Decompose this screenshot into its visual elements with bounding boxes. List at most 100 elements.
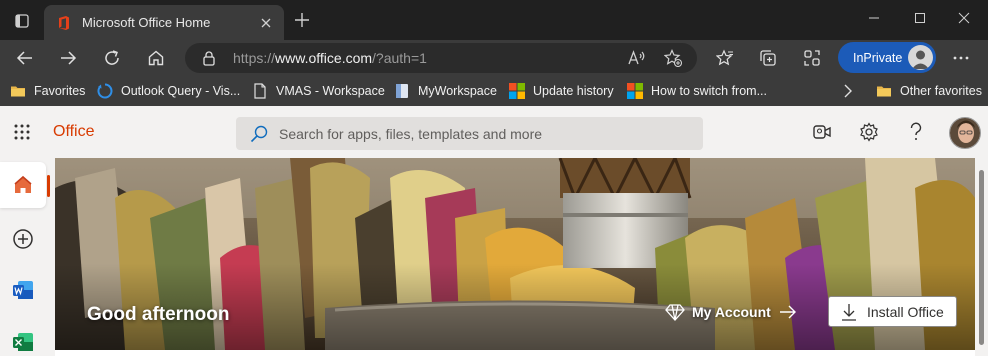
plus-icon — [295, 13, 309, 27]
favorites-label: Favorites — [34, 84, 86, 98]
hero-banner: Good afternoon My Account Install Office — [55, 158, 975, 350]
app-launcher-button[interactable] — [8, 118, 36, 146]
add-favorite-icon[interactable] — [664, 49, 682, 67]
tab-office-home[interactable]: Microsoft Office Home — [44, 5, 284, 40]
word-icon — [13, 281, 33, 299]
url-host: www.office.com — [275, 50, 373, 66]
tab-strip: Microsoft Office Home — [0, 0, 988, 40]
teams-meeting-button[interactable] — [810, 120, 834, 144]
favorites-label: MyWorkspace — [418, 84, 497, 98]
video-call-icon — [813, 125, 831, 139]
read-aloud-icon[interactable] — [628, 50, 646, 66]
office-favicon-icon — [59, 15, 69, 30]
nav-home[interactable] — [0, 162, 46, 208]
favorites-button[interactable] — [710, 43, 740, 73]
content-area — [55, 350, 975, 356]
nav-word[interactable] — [0, 267, 46, 313]
settings-button[interactable] — [857, 120, 881, 144]
minimize-button[interactable] — [854, 4, 894, 32]
install-office-label: Install Office — [867, 303, 944, 320]
microsoft-logo-icon — [509, 83, 525, 99]
minimize-icon — [869, 17, 879, 19]
waffle-icon — [14, 124, 30, 140]
folder-icon — [877, 86, 891, 97]
more-horizontal-icon — [953, 56, 969, 60]
maximize-icon — [915, 13, 925, 23]
favorites-overflow-button[interactable] — [843, 81, 853, 101]
home-icon — [14, 175, 32, 193]
profile-avatar-icon — [908, 45, 933, 70]
user-photo-icon — [950, 118, 980, 148]
tab-actions-button[interactable] — [8, 8, 36, 34]
nav-excel[interactable] — [0, 319, 46, 356]
favorites-item-update-history[interactable]: Update history — [509, 81, 614, 101]
favorites-item-vmas[interactable]: VMAS - Workspace — [252, 81, 385, 101]
close-icon — [261, 18, 271, 28]
home-icon — [148, 50, 164, 66]
address-bar[interactable]: https://www.office.com/?auth=1 — [185, 43, 697, 73]
favorites-item-how-to-switch[interactable]: How to switch from... — [627, 81, 767, 101]
page-scrollbar[interactable] — [975, 158, 988, 356]
url-text[interactable]: https://www.office.com/?auth=1 — [233, 50, 427, 66]
user-avatar[interactable] — [949, 117, 981, 149]
url-path: /?auth=1 — [372, 50, 427, 66]
page-icon — [254, 83, 266, 99]
microsoft-logo-icon — [627, 83, 643, 99]
collections-icon — [760, 50, 776, 66]
collections-button[interactable] — [753, 43, 783, 73]
office-brand-link[interactable]: Office — [53, 123, 95, 141]
favorites-label: How to switch from... — [651, 84, 767, 98]
excel-icon — [13, 333, 33, 351]
install-office-button[interactable]: Install Office — [828, 296, 957, 327]
window-close-button[interactable] — [944, 4, 984, 32]
arrow-right-icon — [779, 305, 796, 319]
inprivate-label: InPrivate — [853, 50, 903, 65]
folder-icon — [11, 86, 25, 97]
back-button[interactable] — [10, 43, 40, 73]
tab-close-button[interactable] — [256, 13, 276, 33]
active-indicator — [47, 175, 50, 197]
gear-icon — [860, 122, 878, 142]
forward-button[interactable] — [53, 43, 83, 73]
favorites-item-favorites[interactable]: Favorites — [10, 81, 85, 101]
download-icon — [842, 303, 856, 321]
forward-arrow-icon — [61, 51, 77, 65]
close-icon — [958, 12, 970, 24]
page-icon — [396, 84, 408, 98]
inprivate-button[interactable]: InPrivate — [838, 42, 936, 73]
my-account-label: My Account — [692, 304, 771, 320]
scrollbar-thumb[interactable] — [979, 170, 984, 345]
url-scheme: https:// — [233, 50, 276, 66]
lock-icon[interactable] — [201, 50, 217, 66]
favorites-item-outlook-query[interactable]: Outlook Query - Vis... — [97, 81, 240, 101]
browser-toolbar: https://www.office.com/?auth=1 InPrivate — [0, 40, 988, 76]
refresh-button[interactable] — [97, 43, 127, 73]
settings-more-button[interactable] — [946, 43, 976, 73]
diamond-icon — [665, 304, 685, 321]
extensions-button[interactable] — [797, 43, 827, 73]
nav-create[interactable] — [0, 216, 46, 262]
extensions-icon — [804, 50, 820, 66]
new-tab-button[interactable] — [290, 8, 314, 32]
favorites-item-myworkspace[interactable]: MyWorkspace — [394, 81, 497, 101]
create-icon — [13, 229, 33, 249]
favorites-label: Update history — [533, 84, 614, 98]
chevron-right-icon — [844, 84, 852, 98]
back-arrow-icon — [16, 51, 32, 65]
favorites-label: VMAS - Workspace — [276, 84, 385, 98]
outlook-icon — [97, 83, 113, 99]
office-header: Office Search for apps, files, templates… — [0, 106, 988, 158]
help-button[interactable] — [904, 120, 928, 144]
my-account-link[interactable]: My Account — [665, 300, 797, 324]
favorites-star-icon — [716, 49, 733, 66]
maximize-button[interactable] — [900, 4, 940, 32]
search-placeholder: Search for apps, files, templates and mo… — [279, 126, 543, 142]
tab-title: Microsoft Office Home — [82, 15, 211, 30]
other-favorites-item[interactable]: Other favorites — [876, 81, 982, 101]
greeting-text: Good afternoon — [87, 304, 230, 325]
left-nav-rail — [0, 158, 55, 356]
favorites-bar: Favorites Outlook Query - Vis... VMAS - … — [0, 76, 988, 106]
search-box[interactable]: Search for apps, files, templates and mo… — [236, 117, 703, 150]
home-button[interactable] — [141, 43, 171, 73]
search-icon — [250, 125, 268, 143]
